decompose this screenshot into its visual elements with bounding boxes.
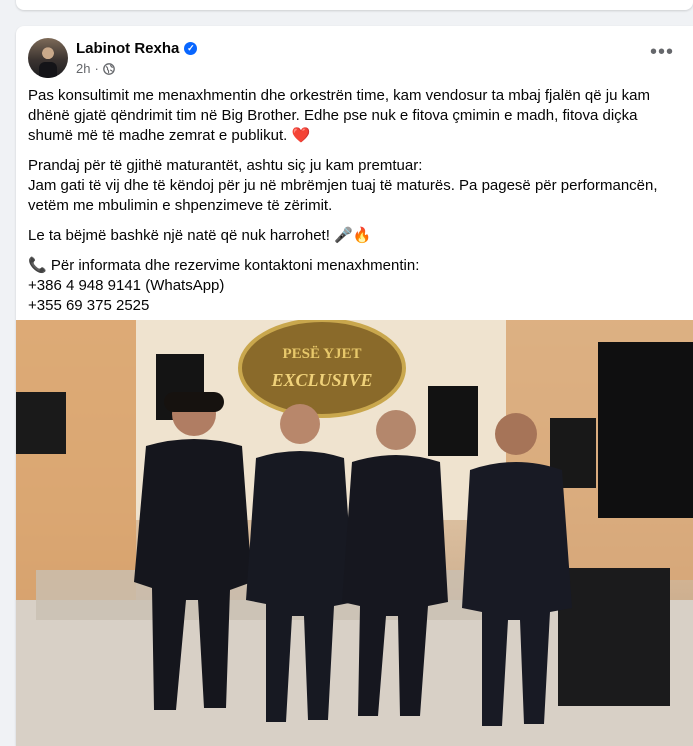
- verified-badge-icon: ✓: [184, 42, 198, 55]
- text-line: 📞 Për informata dhe rezervime kontaktoni…: [28, 257, 420, 274]
- paragraph-2: Prandaj për të gjithë maturantët, ashtu …: [28, 156, 678, 216]
- post-photo[interactable]: PESË YJET EXCLUSIVE: [16, 320, 693, 746]
- meta-separator: ·: [94, 61, 99, 76]
- phone-number-2: +355 69 375 2525: [28, 297, 150, 314]
- text-line: vetëm me mbulimin e shpenzimeve të zërim…: [28, 197, 333, 214]
- text-line: Pas konsultimit me menaxhmentin dhe orke…: [28, 87, 650, 104]
- phone-number-1: +386 4 948 9141 (WhatsApp): [28, 277, 225, 294]
- author-row: Labinot Rexha ✓: [76, 40, 198, 57]
- photo-illustration: PESË YJET EXCLUSIVE: [16, 320, 693, 746]
- post-header: Labinot Rexha ✓ 2h · •••: [28, 38, 678, 78]
- paragraph-3: Le ta bëjmë bashkë një natë që nuk harro…: [28, 226, 678, 246]
- post-card: Labinot Rexha ✓ 2h · ••• Pas konsultimit…: [16, 26, 693, 746]
- sign-line-1: PESË YJET: [282, 346, 361, 362]
- more-options-button[interactable]: •••: [646, 42, 678, 66]
- post-text: Pas konsultimit me menaxhmentin dhe orke…: [28, 86, 678, 326]
- text-line: Jam gati të vij dhe të këndoj për ju në …: [28, 177, 658, 194]
- author-name[interactable]: Labinot Rexha: [76, 40, 179, 57]
- text-line: Prandaj për të gjithë maturantët, ashtu …: [28, 157, 423, 174]
- globe-icon: [102, 62, 115, 75]
- post-time[interactable]: 2h: [76, 61, 90, 76]
- text-line: Le ta bëjmë bashkë një natë që nuk harro…: [28, 227, 372, 244]
- paragraph-4: 📞 Për informata dhe rezervime kontaktoni…: [28, 256, 678, 316]
- text-line: dhënë gjatë qëndrimit tim në Big Brother…: [28, 107, 638, 124]
- post-meta: 2h ·: [76, 61, 115, 76]
- sign-line-2: EXCLUSIVE: [270, 370, 372, 390]
- previous-post-card: [16, 0, 693, 10]
- paragraph-1: Pas konsultimit me menaxhmentin dhe orke…: [28, 86, 678, 146]
- avatar[interactable]: [28, 38, 68, 78]
- text-line: shumë më të madhe zemrat e publikut. ❤️: [28, 127, 311, 144]
